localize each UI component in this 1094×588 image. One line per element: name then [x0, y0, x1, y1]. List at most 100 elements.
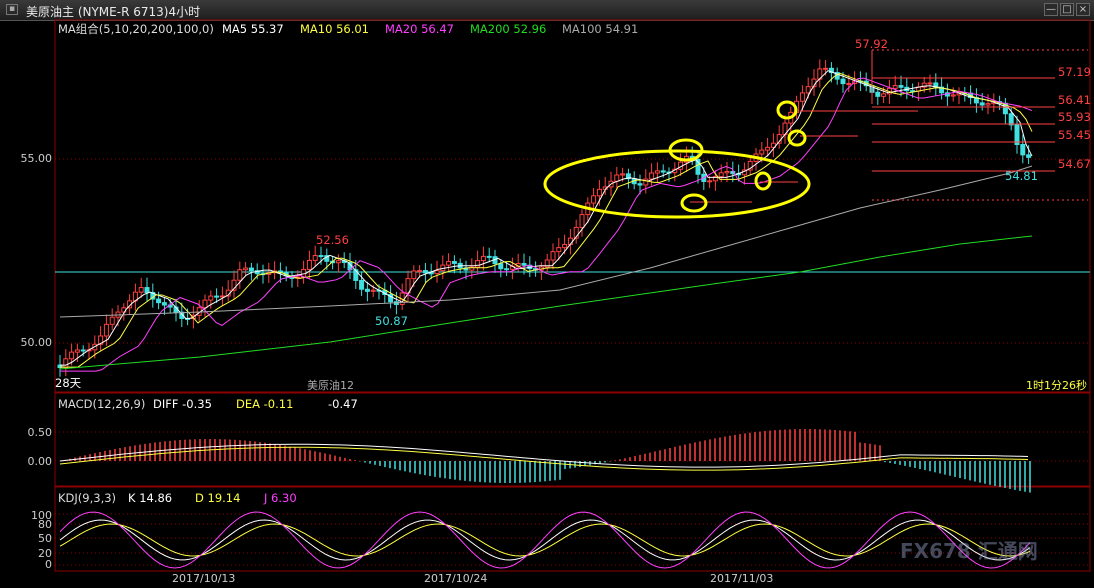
candle-body — [103, 323, 109, 337]
candle-body — [498, 263, 504, 270]
candle-body — [109, 316, 115, 325]
candle-body — [504, 268, 510, 271]
candle-body — [219, 295, 225, 298]
candle-body — [979, 102, 985, 106]
candle-body — [475, 260, 481, 268]
candle-body — [411, 270, 417, 280]
kdj-tick-0: 0 — [45, 558, 52, 571]
ma5-label: MA5 55.37 — [222, 22, 284, 36]
candle-body — [759, 149, 765, 155]
date-label-1024: 2017/10/24 — [424, 572, 488, 585]
candle-body — [156, 298, 162, 304]
kdj-j-label: J 6.30 — [264, 491, 297, 505]
ma10-line — [60, 72, 1033, 368]
watermark: FX678 汇通网 — [900, 539, 1038, 563]
candle-body — [707, 180, 713, 183]
candle-body — [446, 261, 452, 266]
level-label-5719: 57.19 — [1058, 65, 1091, 79]
candle-body — [846, 82, 852, 85]
candle-body — [718, 172, 724, 178]
candle-body — [1020, 144, 1026, 156]
candle-body — [881, 93, 887, 97]
price-panel-frame — [54, 19, 1091, 393]
candle-body — [486, 255, 492, 258]
candle-body — [243, 267, 249, 271]
ma10-label: MA10 56.01 — [300, 22, 369, 36]
candle-body — [556, 247, 562, 253]
ma20-label: MA20 56.47 — [385, 22, 454, 36]
candle-body — [69, 351, 75, 360]
swing-high-label: 52.56 — [316, 233, 349, 247]
candle-body — [620, 173, 626, 176]
candle-body — [950, 94, 956, 97]
candle-body — [161, 302, 167, 306]
kdj-k-label: K 14.86 — [128, 491, 173, 505]
candle-body — [237, 269, 243, 281]
level-label-5467: 54.67 — [1058, 157, 1091, 171]
high-price-label: 57.92 — [855, 37, 888, 51]
candle-body — [417, 270, 423, 273]
kdj-j-line — [59, 511, 1031, 569]
macd-label: MACD(12,26,9) — [58, 397, 146, 411]
candle-body — [318, 255, 324, 258]
macd-diff-label: DIFF -0.35 — [153, 397, 212, 411]
candle-body — [840, 78, 846, 85]
candle-body — [428, 272, 434, 275]
contract-label: 美原油12 — [307, 379, 354, 392]
candle-body — [138, 287, 144, 293]
macd-tick-050: 0.50 — [27, 426, 53, 439]
candle-body — [359, 279, 365, 290]
level-label-5593: 55.93 — [1058, 110, 1091, 124]
annotation-ellipse-mid — [787, 129, 807, 147]
candle-body — [927, 82, 933, 85]
candle-body — [654, 170, 660, 174]
candle-body — [724, 171, 730, 174]
candle-body — [562, 244, 568, 249]
countdown-label: 1时1分26秒 — [1026, 379, 1087, 392]
swing-low-label: 50.87 — [375, 314, 408, 328]
candle-body — [875, 91, 881, 97]
annotation-ellipse-upper — [776, 100, 798, 120]
candle-body — [591, 195, 597, 204]
date-label-1103: 2017/11/03 — [710, 572, 774, 585]
candle-body — [649, 172, 655, 180]
price-tick-50: 50.00 — [20, 336, 53, 349]
ma5-line — [60, 70, 1033, 366]
candle-body — [1008, 113, 1014, 126]
candle-body — [892, 85, 898, 89]
annotation-ellipse-bottom — [680, 193, 708, 213]
candle-body — [1026, 154, 1032, 158]
candle-body — [823, 67, 829, 70]
level-label-5641: 56.41 — [1058, 93, 1091, 107]
candle-body — [80, 349, 86, 352]
candle-body — [765, 146, 771, 151]
kdj-label: KDJ(9,3,3) — [58, 491, 117, 505]
macd-value-label: -0.47 — [328, 397, 358, 411]
candle-body — [306, 259, 312, 270]
kdj-d-label: D 19.14 — [195, 491, 241, 505]
days-label: 28天 — [55, 376, 82, 390]
candle-body — [422, 270, 428, 274]
price-tick-55: 55.00 — [20, 152, 53, 165]
candle-body — [898, 85, 904, 88]
candle-body — [214, 295, 220, 298]
kdj-tick-80: 80 — [38, 518, 52, 531]
candle-body — [480, 255, 486, 262]
ma200-label: MA200 52.96 — [470, 22, 547, 36]
ma100-label: MA100 54.91 — [562, 22, 639, 36]
candle-body — [985, 103, 991, 106]
candle-body — [799, 92, 805, 102]
candle-body — [202, 299, 208, 309]
ma-combo-label: MA组合(5,10,20,200,100,0) — [58, 22, 214, 36]
candle-body — [637, 183, 643, 186]
candle-body — [63, 358, 69, 369]
candle-body — [660, 170, 666, 173]
candle-body — [579, 214, 585, 228]
candle-body — [521, 263, 527, 266]
last-price-label: 54.81 — [1005, 169, 1038, 183]
level-label-5545: 55.45 — [1058, 128, 1091, 142]
macd-tick-000: 0.00 — [27, 455, 53, 468]
candle-body — [144, 287, 150, 294]
ma20-line — [60, 77, 1033, 372]
candle-body — [364, 288, 370, 292]
